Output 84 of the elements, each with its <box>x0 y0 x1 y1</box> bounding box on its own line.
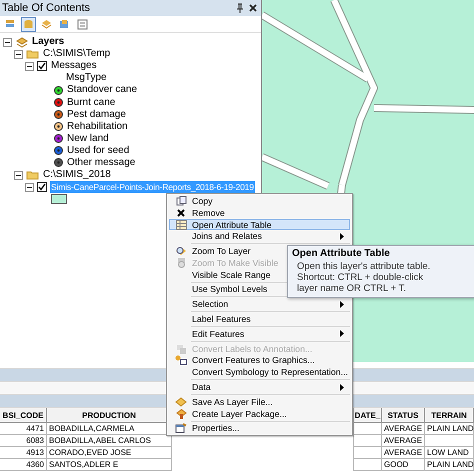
folder-name[interactable]: C:\SIMIS_2018 <box>42 169 112 182</box>
menu-item[interactable]: Data <box>169 381 350 393</box>
legend-label: Used for seed <box>66 144 130 157</box>
collapse-toggle[interactable] <box>25 62 34 71</box>
layer-name[interactable]: Messages <box>50 60 98 72</box>
table-cell: PLAIN LAND <box>425 459 474 471</box>
submenu-arrow-icon <box>340 300 344 308</box>
menu-item[interactable]: Selection <box>169 298 350 310</box>
submenu-arrow-icon <box>340 384 344 391</box>
empty-table-cell <box>354 423 382 435</box>
toolbar-button[interactable] <box>75 16 90 32</box>
legend-label: Standover cane <box>66 84 138 96</box>
copy-icon <box>176 196 186 206</box>
folder-icon <box>26 49 39 60</box>
package-icon <box>176 408 186 419</box>
database-icon <box>23 18 34 30</box>
menu-item[interactable]: Open Attribute Table <box>169 218 350 230</box>
annotation-icon <box>176 344 186 354</box>
table-cell: PLAIN LAND <box>425 423 474 435</box>
menu-item[interactable]: Copy <box>169 195 350 207</box>
list-icon <box>77 18 88 30</box>
magnifier-icon <box>176 258 186 268</box>
layers-icon <box>41 18 52 30</box>
layer-checkbox[interactable] <box>37 182 47 192</box>
layer-file-icon <box>175 396 187 407</box>
tooltip-text: Open this layer's attribute table. Shortcut: CTRL + double-click layer name OR CTRL + T. <box>296 261 432 294</box>
panel-title: Table Of Contents <box>2 2 90 14</box>
legend-label: New land <box>66 132 110 145</box>
menu-item[interactable]: Remove <box>169 206 350 219</box>
menu-item[interactable]: Convert Features to Graphics... <box>169 354 350 366</box>
folder-name[interactable]: C:\SIMIS\Temp <box>42 48 112 60</box>
menu-item[interactable]: Save As Layer File... <box>169 396 350 408</box>
close-icon[interactable] <box>249 4 257 12</box>
collapse-toggle[interactable] <box>14 50 23 59</box>
menu-item[interactable]: Convert Symbology to Representation... <box>169 366 350 378</box>
pin-icon[interactable] <box>237 3 243 13</box>
column-header[interactable]: TERRAIN <box>425 408 474 423</box>
collapse-toggle[interactable] <box>25 182 34 192</box>
toolbar-button[interactable] <box>21 16 36 32</box>
menu-item[interactable]: Edit Features <box>169 328 350 340</box>
collapse-toggle[interactable] <box>3 38 12 47</box>
menu-item[interactable]: Create Layer Package... <box>169 408 350 420</box>
empty-table-cell <box>354 459 382 471</box>
submenu-arrow-icon <box>340 232 344 240</box>
submenu-arrow-icon <box>340 330 344 338</box>
table-cell: 4471 <box>0 423 47 435</box>
empty-table-cell <box>354 435 382 447</box>
table-cell: GOOD <box>382 459 425 471</box>
properties-icon <box>175 423 187 434</box>
column-header[interactable]: BSI_CODE <box>0 408 47 423</box>
legend-label: Pest damage <box>66 108 127 121</box>
legend-label: Other message <box>66 156 136 169</box>
magnifier-icon <box>175 246 187 256</box>
table-cell: AVERAGE <box>382 423 425 435</box>
table-cell: AVERAGE <box>382 447 425 459</box>
legend-label: Rehabilitation <box>66 120 129 133</box>
folder-icon <box>26 170 39 180</box>
empty-table-cell <box>425 435 474 447</box>
table-cell: CORADO,EVED JOSE <box>47 447 172 459</box>
table-cell: 4360 <box>0 459 47 471</box>
empty-table-cell <box>354 447 382 459</box>
table-cell: 4913 <box>0 447 47 459</box>
collapse-toggle[interactable] <box>14 170 23 180</box>
table-cell: 6083 <box>0 435 47 447</box>
menu-item[interactable]: Joins and Relates <box>169 230 350 242</box>
column-header[interactable]: STATUS <box>382 408 425 423</box>
menu-item[interactable]: Properties... <box>169 422 350 434</box>
graphics-icon <box>175 355 187 366</box>
table-cell: AVERAGE <box>382 435 425 447</box>
layer-checkbox[interactable] <box>37 61 47 72</box>
layers-icon <box>15 36 28 48</box>
column-header[interactable]: DATE_ <box>354 408 382 423</box>
table-icon <box>176 220 186 230</box>
legend-field: MsgType <box>65 72 108 84</box>
table-cell: SANTOS,ADLER E <box>47 459 172 471</box>
menu-item[interactable]: Label Features <box>169 313 350 325</box>
legend-label: Burnt cane <box>66 96 116 109</box>
table-cell: BOBADILLA,ABEL CARLOS <box>47 435 172 447</box>
frame-name[interactable]: Layers <box>31 36 66 48</box>
table-cell: LOW LAND <box>425 447 474 459</box>
close-icon <box>177 208 185 217</box>
layers-icon <box>5 18 16 30</box>
map-selection-icon <box>59 18 70 30</box>
tooltip-title: Open Attribute Table <box>292 248 391 259</box>
